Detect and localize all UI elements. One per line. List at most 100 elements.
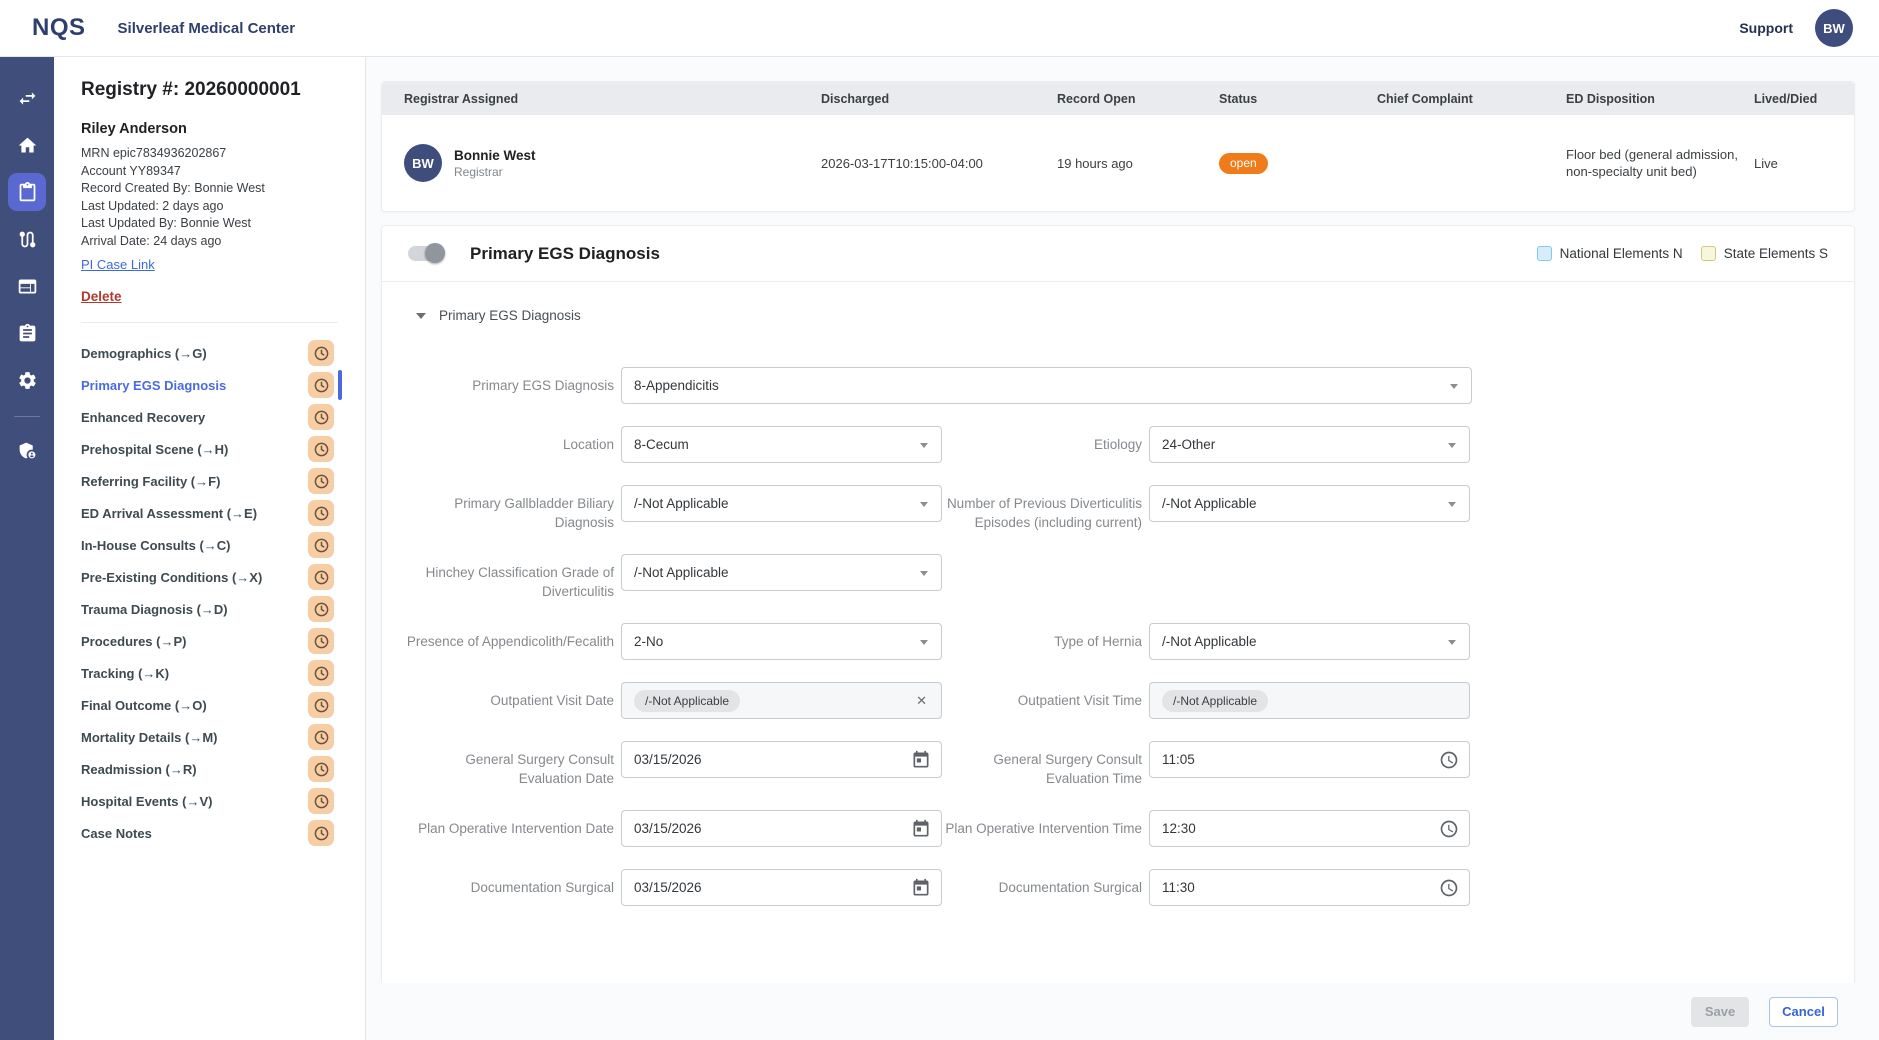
section-title: Primary EGS Diagnosis: [470, 244, 660, 264]
dropdown-caret-icon: [920, 443, 928, 448]
field-documentation-surgical-time[interactable]: 11:30: [1149, 869, 1470, 906]
sidebar-item-hospital-events-v[interactable]: Hospital Events (→V): [81, 785, 365, 817]
subsection-collapse-header[interactable]: Primary EGS Diagnosis: [416, 308, 1854, 323]
patient-detail-line: Record Created By: Bonnie West: [81, 180, 365, 198]
field-location-select[interactable]: 8-Cecum: [621, 426, 942, 463]
clock-icon: [313, 601, 330, 618]
rail-item-clipboard[interactable]: [8, 173, 46, 211]
top-header: NQS Silverleaf Medical Center Support BW: [0, 0, 1879, 57]
registrar-role: Registrar: [454, 165, 536, 179]
field-documentation-surgical-date[interactable]: 03/15/2026: [621, 869, 942, 906]
cancel-button[interactable]: Cancel: [1769, 997, 1838, 1027]
egs-diagnosis-form: Primary EGS Diagnosis8-AppendicitisLocat…: [382, 353, 1854, 906]
clock-icon: [313, 729, 330, 746]
sidebar-item-ed-arrival-assessment-e[interactable]: ED Arrival Assessment (→E): [81, 497, 365, 529]
section-toggle[interactable]: [408, 246, 443, 261]
field-type-of-hernia-select[interactable]: /-Not Applicable: [1149, 623, 1470, 660]
rail-item-home[interactable]: [8, 126, 46, 164]
sidebar-item-label: Referring Facility (→F): [81, 474, 220, 489]
field-label-location: Location: [406, 426, 614, 454]
clock-icon: [313, 697, 330, 714]
field-value: 11:30: [1162, 880, 1195, 895]
pi-case-link[interactable]: PI Case Link: [81, 257, 155, 272]
user-avatar[interactable]: BW: [1815, 9, 1853, 47]
sidebar-item-procedures-p[interactable]: Procedures (→P): [81, 625, 365, 657]
field-general-surgery-consult-evaluation-date-date[interactable]: 03/15/2026: [621, 741, 942, 778]
clipboard-icon: [17, 182, 38, 203]
field-outpatient-visit-date-chip[interactable]: /-Not Applicable ✕: [621, 682, 942, 719]
sidebar-item-label: ED Arrival Assessment (→E): [81, 506, 257, 521]
sidebar-item-primary-egs-diagnosis[interactable]: Primary EGS Diagnosis: [81, 369, 365, 401]
delete-link[interactable]: Delete: [81, 289, 122, 304]
field-label-general-surgery-consult-evaluation-date: General Surgery Consult Evaluation Date: [406, 741, 614, 788]
clock-icon: [1439, 750, 1459, 770]
field-number-of-previous-diverticulitis-episodes-including-current-select[interactable]: /-Not Applicable: [1149, 485, 1470, 522]
field-label-plan-operative-intervention-date: Plan Operative Intervention Date: [406, 810, 614, 838]
sidebar-item-readmission-r[interactable]: Readmission (→R): [81, 753, 365, 785]
rail-item-swap-horizontal[interactable]: [8, 79, 46, 117]
rail-item-task-list[interactable]: [8, 314, 46, 352]
sidebar-item-mortality-details-m[interactable]: Mortality Details (→M): [81, 721, 365, 753]
sidebar-item-label: Pre-Existing Conditions (→X): [81, 570, 262, 585]
dropdown-caret-icon: [1448, 502, 1456, 507]
sidebar-item-referring-facility-f[interactable]: Referring Facility (→F): [81, 465, 365, 497]
field-label-primary-egs-diagnosis: Primary EGS Diagnosis: [406, 367, 614, 395]
sidebar-item-trauma-diagnosis-d[interactable]: Trauma Diagnosis (→D): [81, 593, 365, 625]
clock-icon: [1439, 878, 1459, 898]
field-value: 11:05: [1162, 752, 1195, 767]
rail-item-settings[interactable]: [8, 361, 46, 399]
clock-icon: [313, 377, 330, 394]
field-plan-operative-intervention-time-time[interactable]: 12:30: [1149, 810, 1470, 847]
patient-detail-line: Account YY89347: [81, 163, 365, 181]
sidebar-item-label: Hospital Events (→V): [81, 794, 212, 809]
sidebar-item-in-house-consults-c[interactable]: In-House Consults (→C): [81, 529, 365, 561]
field-label-general-surgery-consult-evaluation-time: General Surgery Consult Evaluation Time: [942, 741, 1142, 788]
field-presence-of-appendicolith-fecalith-select[interactable]: 2-No: [621, 623, 942, 660]
sidebar-item-label: Enhanced Recovery: [81, 410, 205, 425]
field-value: /-Not Applicable: [634, 565, 729, 580]
subsection-title: Primary EGS Diagnosis: [439, 308, 581, 323]
field-outpatient-visit-time-chip[interactable]: /-Not Applicable: [1149, 682, 1470, 719]
column-header-chief-complaint: Chief Complaint: [1377, 92, 1566, 106]
rail-item-route[interactable]: [8, 220, 46, 258]
sidebar-item-final-outcome-o[interactable]: Final Outcome (→O): [81, 689, 365, 721]
form-row: Outpatient Visit Date/-Not Applicable✕Ou…: [406, 682, 1854, 719]
dropdown-caret-icon: [920, 571, 928, 576]
form-row: Plan Operative Intervention Date03/15/20…: [406, 810, 1854, 847]
sidebar-item-demographics-g[interactable]: Demographics (→G): [81, 337, 365, 369]
sidebar-item-pre-existing-conditions-x[interactable]: Pre-Existing Conditions (→X): [81, 561, 365, 593]
field-hinchey-classification-grade-of-diverticulitis-select[interactable]: /-Not Applicable: [621, 554, 942, 591]
field-value: 03/15/2026: [634, 752, 702, 767]
sidebar-item-label: Trauma Diagnosis (→D): [81, 602, 228, 617]
ed-disposition-value: Floor bed (general admission, non-specia…: [1566, 146, 1754, 180]
dropdown-caret-icon: [1450, 384, 1458, 389]
primary-egs-diagnosis-card: Primary EGS Diagnosis National Elements …: [381, 225, 1855, 983]
field-general-surgery-consult-evaluation-time-time[interactable]: 11:05: [1149, 741, 1470, 778]
field-value: 8-Cecum: [634, 437, 689, 452]
record-table-row[interactable]: BW Bonnie West Registrar 2026-03-17T10:1…: [382, 115, 1854, 211]
sidebar-item-case-notes[interactable]: Case Notes: [81, 817, 365, 849]
organization-name: Silverleaf Medical Center: [118, 20, 296, 37]
legend-label: State Elements S: [1724, 246, 1828, 261]
clear-icon[interactable]: ✕: [916, 693, 927, 709]
pending-clock-badge: [308, 468, 334, 494]
rail-item-admin-shield[interactable]: [8, 431, 46, 469]
clock-icon: [313, 633, 330, 650]
rail-item-table[interactable]: [8, 267, 46, 305]
sidebar-item-enhanced-recovery[interactable]: Enhanced Recovery: [81, 401, 365, 433]
sidebar-item-tracking-k[interactable]: Tracking (→K): [81, 657, 365, 689]
field-etiology-select[interactable]: 24-Other: [1149, 426, 1470, 463]
chevron-down-icon: [416, 313, 426, 319]
patient-panel: Registry #: 20260000001 Riley Anderson M…: [54, 57, 366, 1040]
field-primary-gallbladder-biliary-diagnosis-select[interactable]: /-Not Applicable: [621, 485, 942, 522]
discharged-value: 2026-03-17T10:15:00-04:00: [821, 156, 1057, 171]
clock-icon: [313, 761, 330, 778]
save-button[interactable]: Save: [1691, 997, 1749, 1027]
sidebar-item-prehospital-scene-h[interactable]: Prehospital Scene (→H): [81, 433, 365, 465]
field-plan-operative-intervention-date-date[interactable]: 03/15/2026: [621, 810, 942, 847]
field-primary-egs-diagnosis-select[interactable]: 8-Appendicitis: [621, 367, 1472, 404]
not-applicable-chip: /-Not Applicable: [634, 690, 740, 712]
field-value: /-Not Applicable: [1162, 496, 1257, 511]
elements-legend: National Elements NState Elements S: [1537, 246, 1828, 261]
support-link[interactable]: Support: [1739, 20, 1793, 36]
